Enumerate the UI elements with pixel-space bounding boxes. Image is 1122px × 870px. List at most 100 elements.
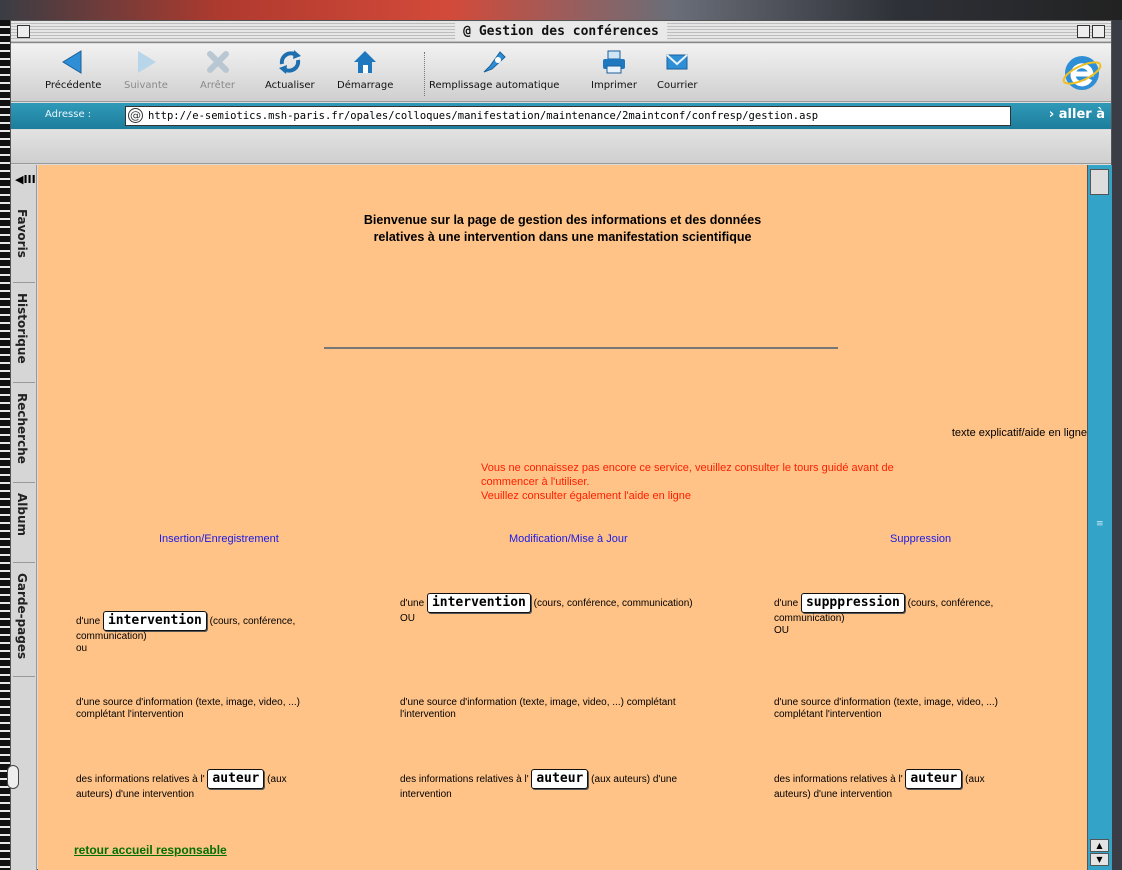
label-text: (aux [965, 774, 985, 785]
label-text: des informations relatives à l' [400, 774, 529, 785]
zoom-icon[interactable] [1077, 25, 1090, 38]
label-text: ou [76, 643, 88, 654]
page-title-line: Bienvenue sur la page de gestion des inf… [363, 213, 762, 227]
autofill-icon [483, 51, 506, 73]
sidebar-tab-label: Favoris [15, 209, 29, 258]
help-text-link[interactable]: texte explicatif/aide en ligne [952, 427, 1087, 439]
notice-text: Vous ne connaissez pas encore ce service… [481, 461, 894, 503]
desktop-background [0, 0, 1122, 20]
print-button[interactable]: Imprimer [591, 48, 637, 91]
desktop-edge-left [0, 20, 10, 870]
desktop-edge-right [1112, 20, 1122, 870]
label-text: l'intervention [400, 709, 456, 720]
label-text: d'une [774, 598, 799, 609]
label-text: d'une source d'information (texte, image… [400, 697, 676, 708]
toolbar-separator [424, 52, 426, 96]
home-label: Démarrage [337, 80, 394, 91]
stop-label: Arrêter [200, 80, 236, 91]
insert-source-cell: d'une source d'information (texte, image… [76, 697, 386, 721]
label-text: OU [400, 613, 415, 624]
refresh-button[interactable]: Actualiser [265, 48, 315, 91]
go-button[interactable]: › aller à [1049, 107, 1105, 122]
retour-accueil-link[interactable]: retour accueil responsable [74, 843, 227, 857]
stop-button[interactable]: Arrêter [200, 48, 235, 91]
explorer-sidebar: ◀III Favoris Historique Recherche Album … [7, 165, 37, 870]
label-text: auteurs) d'une intervention [774, 789, 893, 800]
sidebar-collapse-icon[interactable]: ◀III [15, 173, 36, 186]
sidebar-tab-recherche[interactable]: Recherche [13, 387, 35, 483]
vertical-scrollbar[interactable]: ≡ ▲ ▼ [1087, 165, 1112, 870]
insert-intervention-button[interactable]: intervention [102, 611, 207, 631]
label-text: communication) [76, 631, 147, 642]
column-heading-insertion: Insertion/Enregistrement [159, 533, 279, 545]
label-text: des informations relatives à l' [76, 774, 205, 785]
back-label: Précédente [45, 80, 102, 91]
title-bar[interactable]: @ Gestion des conférences [11, 21, 1111, 43]
label-text: complétant l'intervention [76, 709, 184, 720]
sidebar-tab-historique[interactable]: Historique [13, 287, 35, 383]
label-text: (cours, conférence, [907, 598, 994, 609]
window-zoom-controls[interactable] [1077, 25, 1105, 38]
back-button[interactable]: Précédente [45, 48, 101, 91]
refresh-icon [278, 50, 301, 74]
home-button[interactable]: Démarrage [337, 48, 393, 91]
modify-intervention-button[interactable]: intervention [426, 593, 531, 613]
column-heading-suppression: Suppression [890, 533, 952, 545]
close-box[interactable] [17, 25, 30, 38]
scroll-up-icon[interactable]: ▲ [1090, 839, 1109, 852]
print-label: Imprimer [591, 80, 637, 91]
sidebar-resize-handle[interactable] [7, 765, 19, 789]
back-arrow-icon [62, 50, 82, 74]
autofill-button[interactable]: Remplissage automatique [429, 48, 559, 91]
browser-window: @ Gestion des conférences Précédente Sui… [7, 20, 1112, 870]
printer-icon [602, 50, 625, 74]
delete-auteur-cell: des informations relatives à l' auteur (… [774, 769, 1084, 801]
page-title: Bienvenue sur la page de gestion des inf… [38, 212, 1087, 246]
label-text: intervention [400, 789, 452, 800]
label-text: (cours, conférence, [209, 616, 296, 627]
column-heading-modification: Modification/Mise à Jour [509, 533, 628, 545]
label-text: d'une source d'information (texte, image… [76, 697, 300, 708]
sidebar-tab-label: Garde-pages [15, 573, 29, 660]
refresh-label: Actualiser [265, 80, 315, 91]
label-text: d'une source d'information (texte, image… [774, 697, 998, 708]
label-text: OU [774, 625, 789, 636]
scroll-grip-icon: ≡ [1096, 519, 1104, 529]
label-text: communication) [774, 613, 845, 624]
label-text: auteurs) d'une intervention [76, 789, 195, 800]
modify-auteur-button[interactable]: auteur [531, 769, 589, 789]
scroll-thumb[interactable] [1090, 169, 1109, 195]
insert-intervention-cell: d'une intervention (cours, conférence, c… [76, 611, 386, 655]
delete-auteur-button[interactable]: auteur [905, 769, 963, 789]
insert-auteur-button[interactable]: auteur [207, 769, 265, 789]
label-text: des informations relatives à l' [774, 774, 903, 785]
delete-intervention-cell: d'une supppression (cours, conférence, c… [774, 593, 1084, 637]
sidebar-tab-garde-pages[interactable]: Garde-pages [13, 567, 35, 677]
forward-button[interactable]: Suivante [124, 48, 168, 91]
label-text: (aux auteurs) d'une [591, 774, 678, 785]
modify-auteur-cell: des informations relatives à l' auteur (… [400, 769, 780, 801]
scroll-down-icon[interactable]: ▼ [1090, 853, 1109, 866]
sidebar-tab-favoris[interactable]: Favoris [13, 203, 35, 283]
label-text: d'une [400, 598, 425, 609]
notice-line: Vous ne connaissez pas encore ce service… [481, 462, 894, 474]
notice-line: commencer à l'utiliser. [481, 476, 590, 488]
page-content: Bienvenue sur la page de gestion des inf… [38, 165, 1087, 870]
modify-source-cell: d'une source d'information (texte, image… [400, 697, 780, 721]
page-title-line: relatives à une intervention dans une ma… [373, 230, 752, 244]
address-bar: Adresse : http://e-semiotics.msh-paris.f… [11, 103, 1111, 129]
sidebar-tab-label: Historique [15, 293, 29, 364]
stop-x-icon [206, 51, 229, 73]
mail-button[interactable]: Courrier [657, 48, 698, 91]
insert-auteur-cell: des informations relatives à l' auteur (… [76, 769, 386, 801]
address-label: Adresse : [45, 109, 92, 120]
label-text: d'une [76, 616, 101, 627]
label-text: (aux [267, 774, 287, 785]
label-text: (cours, conférence, communication) [533, 598, 693, 609]
collapse-icon[interactable] [1092, 25, 1105, 38]
url-field[interactable]: http://e-semiotics.msh-paris.fr/opales/c… [125, 106, 1011, 126]
delete-suppression-button[interactable]: supppression [800, 593, 905, 613]
notice-line: Veuillez consulter également l'aide en l… [481, 490, 692, 502]
mail-label: Courrier [657, 80, 698, 91]
sidebar-tab-album[interactable]: Album [13, 487, 35, 563]
